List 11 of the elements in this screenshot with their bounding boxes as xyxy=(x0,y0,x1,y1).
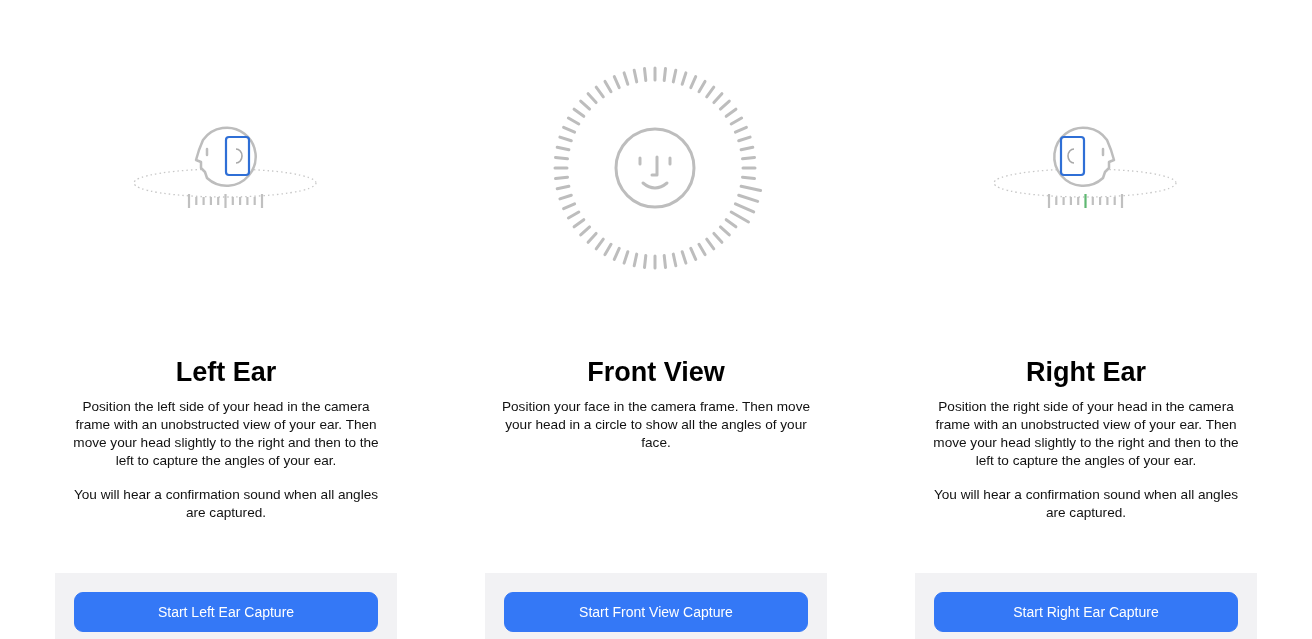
instruction-text: Position the left side of your head in the camera frame with an unobstructed view of your ear. Then move your head slightly to the right and then to the left to capture the angles of your ear. xyxy=(72,398,380,470)
section-title: Right Ear xyxy=(1026,356,1146,388)
instruction-text: You will hear a confirmation sound when all angles are captured. xyxy=(932,486,1239,522)
start-capture-button[interactable]: Start Front View Capture xyxy=(504,592,808,632)
instruction-text: You will hear a confirmation sound when all angles are captured. xyxy=(72,486,379,522)
start-capture-button[interactable]: Start Left Ear Capture xyxy=(74,592,378,632)
section-title: Front View xyxy=(587,356,725,388)
instruction-text: Position your face in the camera frame. Then move your head in a circle to show all the angles of your face. xyxy=(501,398,811,452)
start-capture-button[interactable]: Start Right Ear Capture xyxy=(934,592,1238,632)
section-title: Left Ear xyxy=(175,356,277,388)
instruction-text: Position the right side of your head in the camera frame with an unobstructed view of your ear. Then move your head slightly to the right and then to the left to capture the angles of your ear. xyxy=(932,398,1240,470)
